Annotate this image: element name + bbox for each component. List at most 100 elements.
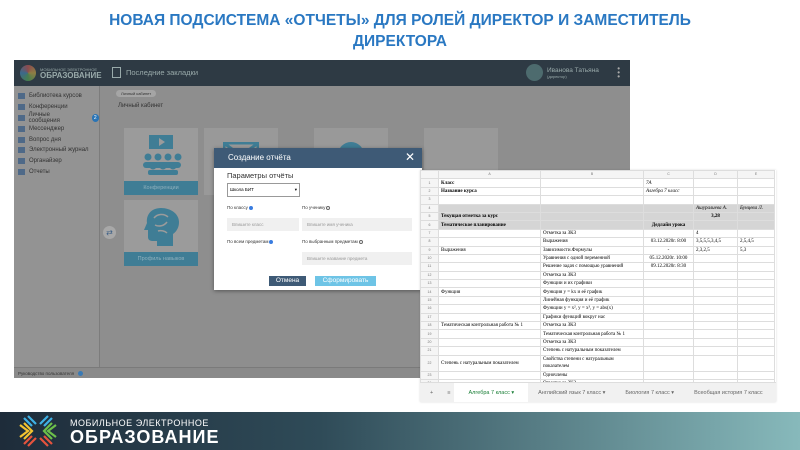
- table-cell[interactable]: [540, 186, 644, 197]
- table-cell[interactable]: [643, 337, 694, 348]
- table-cell[interactable]: [737, 304, 775, 314]
- row-number[interactable]: 15: [420, 295, 439, 306]
- table-cell[interactable]: [693, 220, 738, 230]
- table-cell[interactable]: [438, 228, 541, 239]
- sidebar-item[interactable]: Вопрос дня: [14, 134, 99, 145]
- table-cell[interactable]: 2,5,4,5: [737, 237, 775, 247]
- table-cell[interactable]: Функции y = x², y = x³, y = abs(x): [540, 304, 644, 314]
- table-cell[interactable]: [540, 220, 644, 230]
- table-cell[interactable]: [693, 262, 738, 272]
- sheet-tab[interactable]: Алгебра 7 класс ▾: [454, 382, 529, 402]
- table-cell[interactable]: [737, 228, 775, 239]
- all-subjects-radio[interactable]: По всем предметам: [227, 239, 274, 244]
- sidebar-item[interactable]: Личные сообщения 2: [14, 112, 99, 124]
- table-cell[interactable]: [693, 312, 738, 323]
- table-cell[interactable]: [693, 287, 738, 297]
- table-cell[interactable]: Выражения: [438, 245, 541, 255]
- selected-subjects-radio[interactable]: По выбранным предметам: [302, 239, 363, 244]
- table-cell[interactable]: Отметка за ЗКЗ: [540, 270, 644, 281]
- table-cell[interactable]: [643, 287, 694, 297]
- table-cell[interactable]: Алгебра 7 класс: [643, 186, 694, 197]
- table-cell[interactable]: 2,3,2,5: [693, 245, 738, 255]
- table-cell[interactable]: Тематическая контрольная работа № 1: [540, 329, 644, 339]
- table-cell[interactable]: [693, 337, 738, 348]
- table-cell[interactable]: [737, 186, 775, 197]
- table-cell[interactable]: [737, 270, 775, 281]
- sheet-tab[interactable]: Всеобщая история 7 класс: [684, 390, 773, 396]
- table-cell[interactable]: [643, 295, 694, 306]
- table-cell[interactable]: Степень с натуральным показателем: [438, 354, 541, 372]
- table-cell[interactable]: [737, 211, 775, 222]
- row-number[interactable]: 6: [420, 220, 439, 230]
- table-cell[interactable]: [643, 312, 694, 323]
- row-number[interactable]: 16: [420, 304, 439, 314]
- row-number[interactable]: 3: [420, 195, 439, 205]
- table-cell[interactable]: Текущая отметка за курс: [438, 211, 541, 222]
- table-cell[interactable]: [540, 211, 644, 222]
- table-cell[interactable]: [438, 295, 541, 306]
- table-cell[interactable]: [693, 295, 738, 306]
- table-cell[interactable]: Ашуралиева А.: [693, 203, 738, 213]
- table-cell[interactable]: 3,5,5,5,3,4,5: [693, 237, 738, 247]
- table-cell[interactable]: [643, 279, 694, 289]
- column-header[interactable]: B: [540, 170, 644, 180]
- row-number[interactable]: 5: [420, 211, 439, 222]
- table-cell[interactable]: [438, 253, 541, 264]
- table-cell[interactable]: [693, 370, 738, 381]
- table-cell[interactable]: [438, 195, 541, 205]
- row-number[interactable]: 8: [420, 237, 439, 247]
- card-conferences[interactable]: Конференции: [124, 128, 198, 195]
- row-number[interactable]: 12: [420, 270, 439, 281]
- table-cell[interactable]: Свойства степени с натуральным показател…: [540, 354, 644, 372]
- corner-cell[interactable]: [420, 170, 439, 180]
- row-number[interactable]: 23: [420, 370, 439, 381]
- table-cell[interactable]: [693, 253, 738, 264]
- table-cell[interactable]: 09.12.2020г. 8:30: [643, 262, 694, 272]
- table-cell[interactable]: [643, 270, 694, 281]
- table-cell[interactable]: Степень с натуральным показателем: [540, 346, 644, 356]
- table-cell[interactable]: [737, 321, 775, 331]
- table-cell[interactable]: [737, 346, 775, 356]
- row-number[interactable]: 21: [420, 346, 439, 356]
- table-cell[interactable]: [643, 346, 694, 356]
- table-cell[interactable]: Решение задач с помощью уравнений: [540, 262, 644, 272]
- table-cell[interactable]: [693, 195, 738, 205]
- table-cell[interactable]: [540, 203, 644, 213]
- table-cell[interactable]: [643, 329, 694, 339]
- sheet-tab[interactable]: Биология 7 класс ▾: [615, 390, 684, 396]
- table-cell[interactable]: [643, 354, 694, 372]
- table-cell[interactable]: Выражения: [540, 237, 644, 247]
- table-cell[interactable]: 7А: [643, 178, 694, 188]
- table-cell[interactable]: [540, 178, 644, 188]
- table-cell[interactable]: [643, 228, 694, 239]
- table-cell[interactable]: [693, 178, 738, 188]
- table-cell[interactable]: 05.12.2020г. 10:00: [643, 253, 694, 264]
- column-header[interactable]: E: [737, 170, 775, 180]
- table-cell[interactable]: 4: [693, 228, 738, 239]
- sidebar-item[interactable]: Отчеты: [14, 167, 99, 178]
- table-cell[interactable]: [737, 329, 775, 339]
- sidebar-item[interactable]: Конференции: [14, 102, 99, 113]
- table-cell[interactable]: [737, 279, 775, 289]
- by-class-radio[interactable]: По классу: [227, 205, 253, 210]
- more-menu-icon[interactable]: • • •: [617, 65, 620, 81]
- table-cell[interactable]: [643, 370, 694, 381]
- table-cell[interactable]: [737, 253, 775, 264]
- student-input[interactable]: Впишите имя ученика: [302, 218, 412, 231]
- table-cell[interactable]: [438, 279, 541, 289]
- table-cell[interactable]: [693, 270, 738, 281]
- row-number[interactable]: 9: [420, 245, 439, 255]
- table-cell[interactable]: [737, 295, 775, 306]
- table-cell[interactable]: Функция y = kx и её график: [540, 287, 644, 297]
- table-cell[interactable]: [737, 262, 775, 272]
- table-cell[interactable]: [737, 178, 775, 188]
- table-cell[interactable]: [693, 321, 738, 331]
- all-sheets-button[interactable]: ≡: [443, 390, 454, 396]
- table-cell[interactable]: [693, 304, 738, 314]
- table-cell[interactable]: [438, 370, 541, 381]
- row-number[interactable]: 17: [420, 312, 439, 323]
- app-logo[interactable]: МОБИЛЬНОЕ ЭЛЕКТРОННОЕ ОБРАЗОВАНИЕ: [20, 65, 102, 81]
- table-cell[interactable]: [693, 186, 738, 197]
- table-cell[interactable]: [438, 203, 541, 213]
- cancel-button[interactable]: Отмена: [269, 276, 306, 286]
